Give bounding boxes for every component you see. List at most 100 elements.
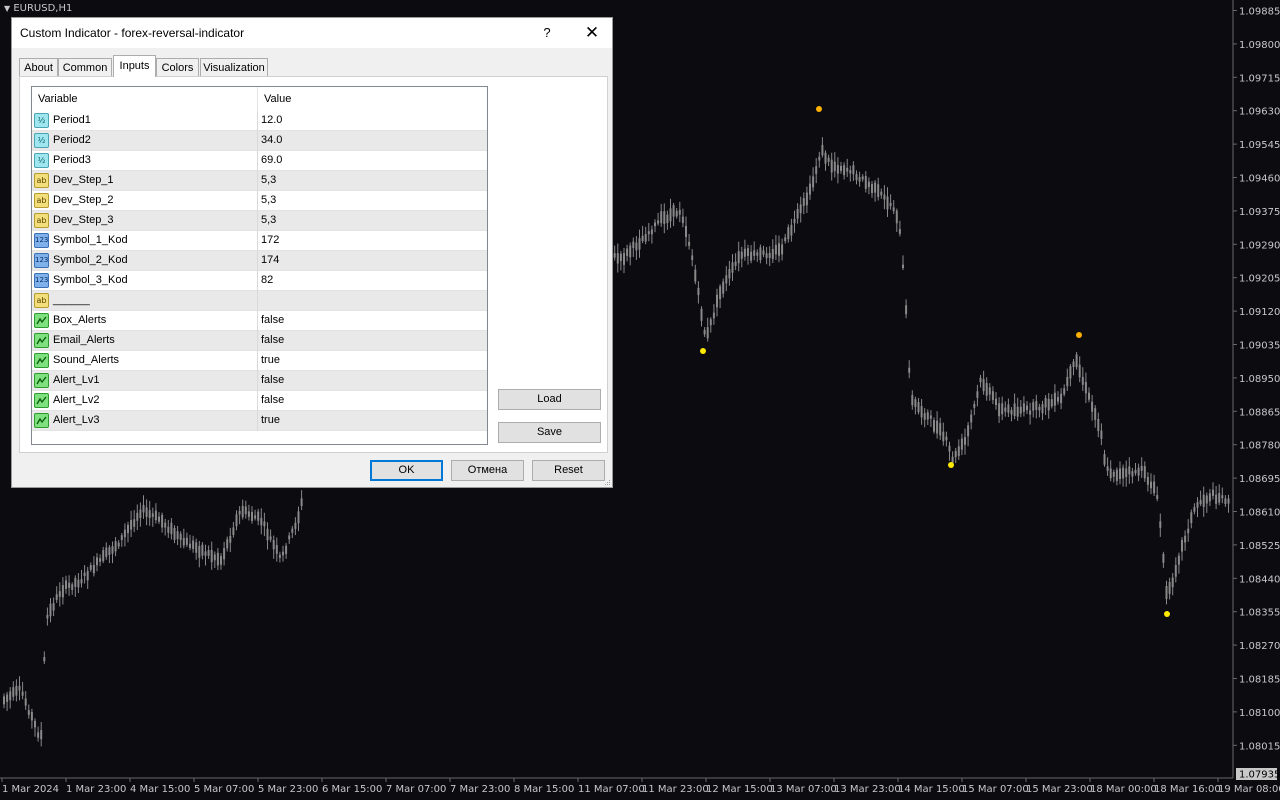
input-row[interactable]: Email_Alerts false [32,331,487,351]
input-value[interactable]: 69.0 [261,154,282,166]
input-value[interactable]: false [261,374,284,386]
input-row[interactable]: Alert_Lv3 true [32,411,487,431]
input-value[interactable]: 172 [261,234,279,246]
dialog-titlebar[interactable]: Custom Indicator - forex-reversal-indica… [12,18,612,48]
ok-button[interactable]: OK [370,460,443,481]
candle-body [1010,410,1013,415]
input-row[interactable]: ab Dev_Step_2 5,3 [32,191,487,211]
reversal-high-marker [816,106,822,112]
price-tick-label: 1.08015 [1239,741,1280,752]
cancel-button[interactable]: Отмена [451,460,524,481]
input-value[interactable]: 5,3 [261,214,276,226]
input-row[interactable]: Alert_Lv1 false [32,371,487,391]
save-button[interactable]: Save [498,422,601,443]
column-header-value[interactable]: Value [264,93,291,105]
column-header-variable[interactable]: Variable [38,93,78,105]
candle-body [99,558,102,562]
input-value[interactable]: true [261,414,280,426]
input-row[interactable]: ab Dev_Step_1 5,3 [32,171,487,191]
column-divider [257,151,258,171]
help-button[interactable]: ? [534,23,560,43]
input-value[interactable]: true [261,354,280,366]
input-row[interactable]: ½ Period1 12.0 [32,111,487,131]
input-row[interactable]: 123 Symbol_1_Kod 172 [32,231,487,251]
candle-body [1224,498,1227,505]
input-row[interactable]: Alert_Lv2 false [32,391,487,411]
reset-button[interactable]: Reset [532,460,605,481]
candle-body [809,183,811,195]
column-divider [257,191,258,211]
input-row[interactable]: ab Dev_Step_3 5,3 [32,211,487,231]
candle-body [858,177,861,182]
price-tick-label: 1.08355 [1239,608,1280,619]
candle-body [902,264,904,268]
candle-body [821,144,824,156]
price-tick-label: 1.08610 [1239,508,1280,519]
tab-about[interactable]: About [19,58,58,76]
candle-body [201,544,204,556]
resize-grip-icon[interactable] [603,478,611,486]
tab-common[interactable]: Common [58,58,112,76]
time-tick-label: 7 Mar 07:00 [386,784,446,795]
input-value[interactable]: 5,3 [261,174,276,186]
candle-body [89,565,92,570]
candle-body [660,211,663,224]
input-value[interactable]: 82 [261,274,273,286]
candle-body [1019,406,1022,414]
price-tick-label: 1.08185 [1239,675,1280,686]
input-value[interactable]: 5,3 [261,194,276,206]
candle-body [1156,495,1159,500]
input-value[interactable]: false [261,394,284,406]
candle-body [818,156,821,161]
input-value[interactable]: 174 [261,254,279,266]
candle-body [991,391,994,401]
candle-body [852,165,855,175]
candle-body [1094,408,1097,420]
input-value[interactable]: 12.0 [261,114,282,126]
tab-inputs[interactable]: Inputs [113,55,156,77]
input-row[interactable]: 123 Symbol_3_Kod 82 [32,271,487,291]
candle-body [616,253,619,264]
candle-body [111,546,114,554]
candle-body [976,391,979,398]
chart-menu-triangle-icon[interactable]: ▼ [4,4,10,13]
candle-body [49,603,52,617]
candle-body [982,379,985,392]
candle-body [1016,406,1019,417]
input-variable-name: Box_Alerts [53,314,107,326]
header-divider[interactable] [257,87,258,111]
candle-body [1103,454,1106,465]
candle-body [697,287,700,296]
tab-colors[interactable]: Colors [156,58,199,76]
column-divider [257,311,258,331]
input-variable-name: Period1 [53,114,91,126]
input-row[interactable]: ab ______ [32,291,487,311]
candle-body [254,515,257,519]
input-row[interactable]: 123 Symbol_2_Kod 174 [32,251,487,271]
close-button[interactable]: ✕ [579,23,605,43]
tab-visualization[interactable]: Visualization [200,58,268,76]
input-value[interactable]: 34.0 [261,134,282,146]
input-row[interactable]: Sound_Alerts true [32,351,487,371]
load-button[interactable]: Load [498,389,601,410]
reversal-low-marker [1164,611,1170,617]
price-tick-label: 1.09885 [1239,7,1280,18]
input-row[interactable]: Box_Alerts false [32,311,487,331]
candle-body [1168,581,1171,594]
candle-body [793,218,796,224]
input-value[interactable]: false [261,334,284,346]
candle-body [933,420,935,432]
candle-body [694,269,697,282]
input-row[interactable]: ½ Period2 34.0 [32,131,487,151]
candle-body [812,176,815,188]
candle-body [898,229,901,234]
candle-body [136,512,139,521]
input-row[interactable]: ½ Period3 69.0 [32,151,487,171]
price-tick-label: 1.09800 [1239,40,1280,51]
price-tick-label: 1.08865 [1239,407,1280,418]
candle-body [846,167,849,172]
candle-body [86,570,89,581]
column-divider [257,231,258,251]
input-value[interactable]: false [261,314,284,326]
candle-body [917,402,920,413]
